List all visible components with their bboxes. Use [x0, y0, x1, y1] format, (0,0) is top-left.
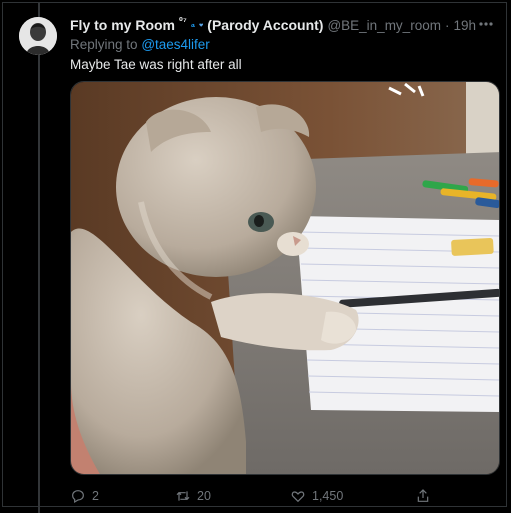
more-horizontal-icon	[479, 22, 493, 26]
share-button[interactable]	[415, 485, 431, 507]
replying-prefix: Replying to	[70, 37, 138, 52]
retweet-button[interactable]: 20	[175, 485, 211, 507]
tweet-actions: 2 20 1,450	[70, 485, 440, 507]
avatar-image	[19, 17, 57, 55]
wave-emoji-icon	[190, 23, 195, 27]
reply-icon	[72, 490, 84, 504]
retweet-icon	[176, 491, 190, 501]
replying-to-link[interactable]: @taes4lifer	[141, 37, 209, 52]
thread-line	[38, 55, 40, 513]
display-name[interactable]: Fly to my Room	[70, 17, 175, 33]
handle[interactable]: @BE_in_my_room	[327, 18, 441, 33]
like-count: 1,450	[312, 489, 344, 503]
name-suffix: (Parody Account)	[207, 17, 324, 33]
replying-to: Replying to @taes4lifer	[70, 37, 210, 52]
avatar[interactable]	[19, 17, 57, 55]
timestamp[interactable]: 19h	[453, 18, 476, 33]
share-icon	[417, 489, 429, 502]
separator-dot: ·	[444, 17, 450, 33]
thread-line-top	[38, 3, 40, 17]
tweet-card[interactable]: Fly to my Room ⁰⁷ (Parody Account) @BE_i…	[2, 2, 507, 513]
reply-button[interactable]: 2	[70, 485, 99, 507]
heart-icon	[291, 491, 305, 503]
reply-count: 2	[92, 489, 99, 503]
tweet-media[interactable]	[70, 81, 500, 475]
blue-heart-icon	[199, 23, 204, 27]
retweet-count: 20	[197, 489, 211, 503]
more-button[interactable]	[476, 15, 496, 33]
tweet-header: Fly to my Room ⁰⁷ (Parody Account) @BE_i…	[70, 16, 476, 34]
like-button[interactable]: 1,450	[290, 485, 343, 507]
tweet-text: Maybe Tae was right after all	[70, 57, 242, 72]
name-superscript: ⁰⁷	[179, 15, 187, 26]
cat-photo	[71, 82, 499, 474]
